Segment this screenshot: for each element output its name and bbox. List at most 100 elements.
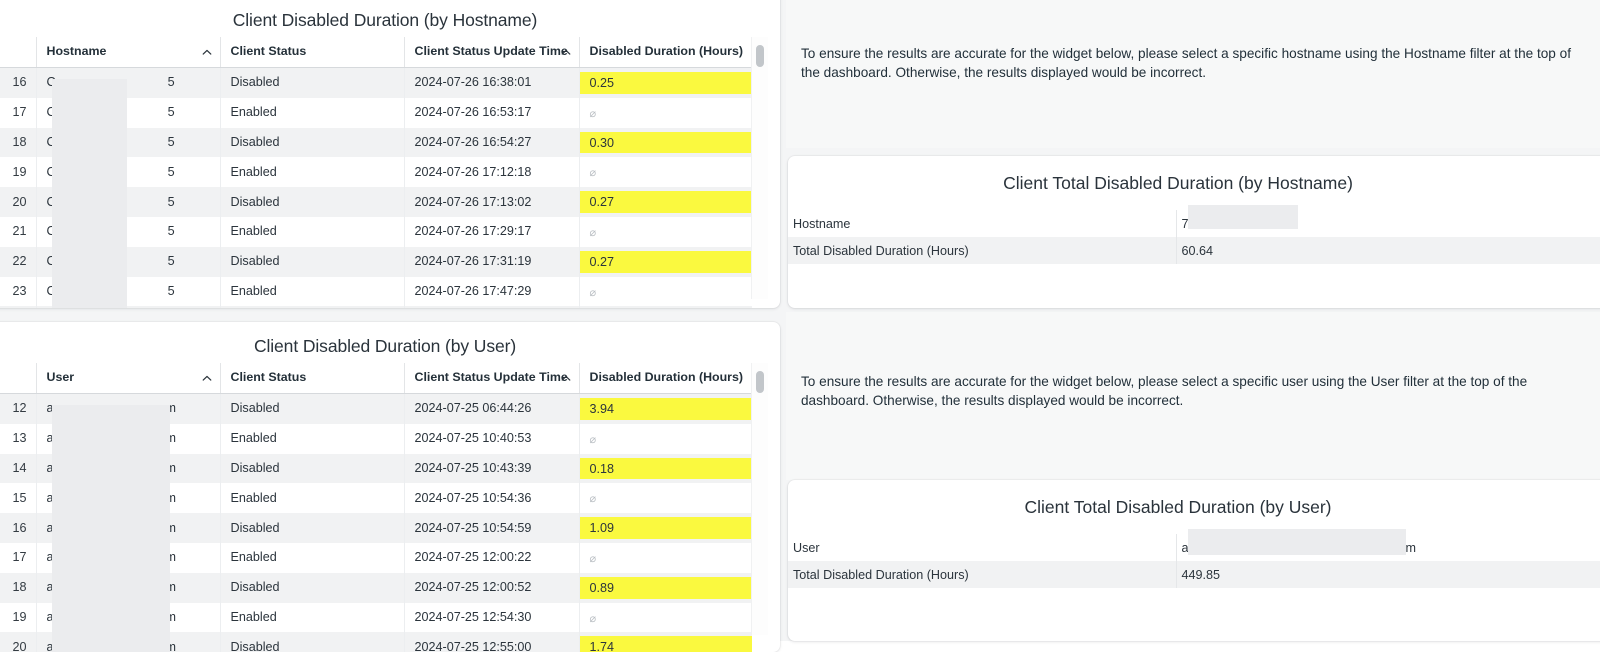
status-update-time-cell: 2024-07-26 16:38:01: [403, 67, 579, 98]
column-header-user[interactable]: User: [35, 363, 220, 394]
table-row[interactable]: 16 a m Disabled 2024-07-25 10:54:59 1.09: [0, 513, 752, 543]
table-row[interactable]: 13 a m Enabled 2024-07-25 10:40:53 ⌀: [0, 423, 752, 454]
row-index-cell: 18: [0, 127, 36, 158]
row-index-cell: 19: [0, 157, 36, 188]
disabled-duration-cell: ⌀: [578, 157, 752, 188]
column-header-client-status[interactable]: Client Status: [219, 37, 404, 68]
status-update-time-cell: 2024-07-25 10:43:39: [403, 453, 579, 484]
disabled-duration-cell: 0.27: [578, 246, 752, 277]
status-update-time-cell: 2024-07-26 17:49:30: [403, 306, 579, 308]
sort-ascending-icon[interactable]: [561, 47, 570, 56]
hostname-total-table: Hostname 7 Total Disabled Duration (Hours)…: [788, 210, 1600, 264]
entity-name-cell: C5: [35, 157, 220, 188]
null-value-icon: ⌀: [589, 433, 597, 446]
client-status-cell: Enabled: [219, 602, 404, 633]
client-status-cell: Disabled: [219, 572, 404, 603]
table-row[interactable]: 18 a m Disabled 2024-07-25 12:00:52 0.89: [0, 572, 752, 603]
client-status-cell: Enabled: [219, 97, 404, 128]
row-index-cell: 20: [0, 187, 36, 217]
user-table-body: 12 a m Disabled 2024-07-25 06:44:26 3.94 13 a m E…: [0, 393, 752, 652]
entity-name-cell: C5: [35, 246, 220, 277]
column-header-status-update-time[interactable]: Client Status Update Time: [403, 363, 579, 394]
hostname-note-panel: To ensure the results are accurate for t…: [786, 0, 1600, 148]
hostname-table-title: Client Disabled Duration (by Hostname): [232, 10, 538, 30]
disabled-duration-cell: ⌀: [578, 276, 752, 307]
column-header-disabled-duration[interactable]: Disabled Duration (Hours): [578, 363, 752, 394]
entity-name-cell: C5: [35, 276, 220, 307]
user-table-scroll-area[interactable]: User Client Status Client Status Update …: [0, 363, 780, 652]
hostname-table-scrollbar-thumb[interactable]: [756, 45, 764, 67]
table-row[interactable]: 20 a m Disabled 2024-07-25 12:55:00 1.74: [0, 632, 752, 652]
user-table-scrollbar[interactable]: [751, 363, 768, 635]
row-index-cell: 13: [0, 423, 36, 454]
sort-ascending-icon[interactable]: [202, 47, 211, 56]
entity-name-cell: C5: [35, 187, 220, 217]
table-row[interactable]: 12 a m Disabled 2024-07-25 06:44:26 3.94: [0, 393, 752, 424]
column-header-status-update-time[interactable]: Client Status Update Time: [403, 37, 579, 68]
summary-label-cell: Total Disabled Duration (Hours): [788, 561, 1177, 588]
entity-name-cell: am: [35, 513, 220, 543]
summary-value-cell: 60.64: [1176, 237, 1600, 264]
client-status-cell: Disabled: [219, 187, 404, 217]
column-header-hostname[interactable]: Hostname: [35, 37, 220, 68]
status-update-time-cell: 2024-07-25 12:00:52: [403, 572, 579, 603]
table-row[interactable]: 15 a m Enabled 2024-07-25 10:54:36 ⌀: [0, 483, 752, 514]
disabled-duration-cell: ⌀: [578, 602, 752, 633]
status-update-time-cell: 2024-07-25 06:44:26: [403, 393, 579, 424]
user-total-table: User a om Total Disabled Duration (Hours) 44…: [788, 534, 1600, 588]
sort-ascending-icon[interactable]: [202, 373, 211, 382]
status-update-time-cell: 2024-07-26 16:53:17: [403, 97, 579, 128]
column-header-disabled-duration[interactable]: Disabled Duration (Hours): [578, 37, 752, 68]
table-row[interactable]: 23 C 5 Enabled 2024-07-26 17:47:29 ⌀: [0, 276, 752, 307]
column-header-index: [0, 363, 36, 394]
table-row[interactable]: 20 C 5 Disabled 2024-07-26 17:13:02 0.27: [0, 187, 752, 217]
client-status-cell: Disabled: [219, 246, 404, 277]
status-update-time-cell: 2024-07-26 17:13:02: [403, 187, 579, 217]
entity-name-cell: am: [35, 393, 220, 424]
user-table-scrollbar-thumb[interactable]: [756, 371, 764, 393]
column-header-index: [0, 37, 36, 68]
summary-value-cell: 7: [1181, 216, 1189, 231]
hostname-total-title: Client Total Disabled Duration (by Hostn…: [1003, 173, 1353, 193]
table-row[interactable]: 16 C 5 Disabled 2024-07-26 16:38:01 0.25: [0, 67, 752, 98]
client-status-cell: Disabled: [219, 127, 404, 158]
table-row[interactable]: 21 C 5 Enabled 2024-07-26 17:29:17 ⌀: [0, 216, 752, 247]
summary-row: Hostname 7: [788, 210, 1600, 237]
table-row[interactable]: 19 a m Enabled 2024-07-25 12:54:30 ⌀: [0, 602, 752, 633]
status-update-time-cell: 2024-07-25 10:40:53: [403, 423, 579, 454]
hostname-table-scrollbar[interactable]: [751, 37, 768, 299]
user-total-widget: Client Total Disabled Duration (by User)…: [788, 480, 1600, 641]
table-row[interactable]: 14 a m Disabled 2024-07-25 10:43:39 0.18: [0, 453, 752, 484]
row-index-cell: 16: [0, 67, 36, 98]
summary-row: Total Disabled Duration (Hours) 449.85: [788, 561, 1600, 588]
row-index-cell: 24: [0, 306, 36, 308]
summary-label-cell: Total Disabled Duration (Hours): [788, 237, 1177, 264]
null-value-icon: ⌀: [589, 226, 597, 239]
row-index-cell: 15: [0, 483, 36, 514]
column-header-client-status[interactable]: Client Status: [219, 363, 404, 394]
table-row[interactable]: 24C5Disabled2024-07-26 17:49:300.27: [0, 306, 752, 308]
status-update-time-cell: 2024-07-26 17:12:18: [403, 157, 579, 188]
table-row[interactable]: 17 C 5 Enabled 2024-07-26 16:53:17 ⌀: [0, 97, 752, 128]
summary-label-cell: User: [788, 534, 1177, 561]
hostname-table-scroll-area[interactable]: Hostname Client Status Client Status Upd…: [0, 37, 780, 308]
table-row[interactable]: 19 C 5 Enabled 2024-07-26 17:12:18 ⌀: [0, 157, 752, 188]
table-row[interactable]: 18 C 5 Disabled 2024-07-26 16:54:27 0.30: [0, 127, 752, 158]
row-index-cell: 22: [0, 246, 36, 277]
client-status-cell: Disabled: [219, 393, 404, 424]
summary-row: Total Disabled Duration (Hours) 60.64: [788, 237, 1600, 264]
client-status-cell: Disabled: [219, 67, 404, 98]
entity-name-cell: C5: [35, 216, 220, 247]
client-status-cell: Disabled: [219, 632, 404, 652]
user-note-text: To ensure the results are accurate for t…: [801, 374, 1528, 409]
null-value-icon: ⌀: [589, 167, 597, 180]
table-row[interactable]: 17 a m Enabled 2024-07-25 12:00:22 ⌀: [0, 542, 752, 573]
sort-ascending-icon[interactable]: [561, 373, 570, 382]
client-status-cell: Enabled: [219, 542, 404, 573]
entity-name-cell: am: [35, 602, 220, 633]
user-total-title: Client Total Disabled Duration (by User): [1024, 497, 1332, 517]
table-row[interactable]: 22 C 5 Disabled 2024-07-26 17:31:19 0.27: [0, 246, 752, 277]
entity-name-cell: am: [35, 572, 220, 603]
status-update-time-cell: 2024-07-25 10:54:59: [403, 513, 579, 543]
row-index-cell: 20: [0, 632, 36, 652]
